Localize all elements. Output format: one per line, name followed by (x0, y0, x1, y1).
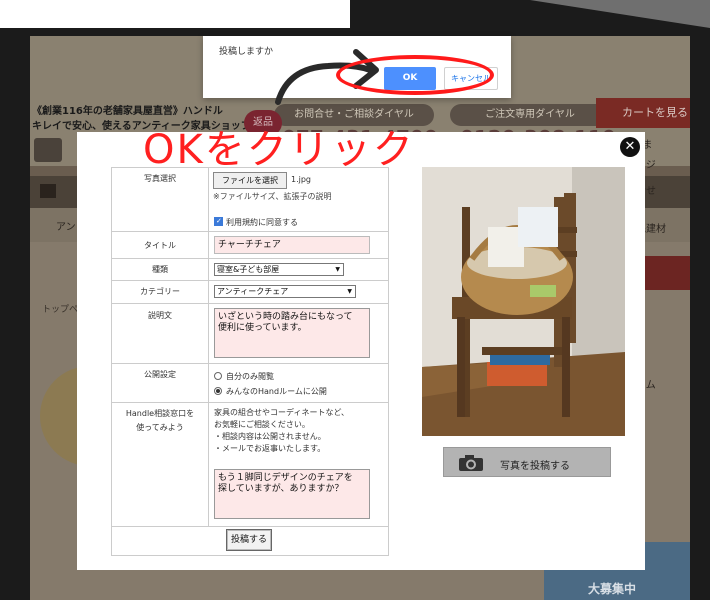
row-photo: 写真選択 ファイルを選択 1.jpg ※ファイルサイズ、拡張子の説明 利用規約に… (112, 168, 388, 232)
advice-question-1: もう１脚同じデザインのチェアを (218, 473, 353, 483)
agree-label: 利用規約に同意する (226, 218, 298, 227)
title-input[interactable]: チャーチチェア (214, 236, 370, 254)
site-logo (34, 138, 62, 162)
agree-checkbox[interactable] (214, 217, 223, 226)
subnav-label: アン (56, 222, 76, 233)
label-photo: 写真選択 (112, 168, 209, 231)
advice-line-4: ・メールでお返事いたします。 (214, 444, 326, 453)
row-advice: Handle相談窓口を 使ってみよう 家具の組合せやコーディネートなど、 お気軽… (112, 403, 388, 527)
label-description-text: 説明文 (148, 311, 172, 320)
post-photo-label: 写真を投稿する (500, 461, 570, 472)
row-category: カテゴリー アンティークチェア ▼ (112, 281, 388, 304)
value-advice: 家具の組合せやコーディネートなど、 お気軽にご相談ください。 ・相談内容は公開さ… (210, 403, 388, 526)
value-description: いざという時の踏み台にもなって 便利に使っています。 (210, 304, 388, 363)
file-note: ※ファイルサイズ、拡張子の説明 (213, 192, 332, 201)
advice-textarea[interactable]: もう１脚同じデザインのチェアを 探していますが、ありますか？ (214, 469, 370, 519)
row-description: 説明文 いざという時の踏み台にもなって 便利に使っています。 (112, 304, 388, 364)
value-type: 寝室&子ども部屋 ▼ (210, 259, 388, 280)
post-photo-button[interactable]: 写真を投稿する (443, 447, 611, 477)
close-icon[interactable]: ✕ (620, 137, 640, 157)
breadcrumb[interactable]: トップペ (42, 302, 78, 315)
site-tagline-line-1: 《創業116年の老舗家具屋直営》ハンドル (32, 106, 223, 117)
home-icon[interactable] (40, 184, 56, 198)
advice-question-2: 探していますが、ありますか？ (218, 484, 344, 494)
row-title: タイトル チャーチチェア (112, 232, 388, 259)
label-type: 種類 (112, 259, 209, 280)
chair-photo-image (422, 167, 625, 436)
annotation-click-ok: OKをクリック (143, 127, 415, 173)
label-type-text: 種類 (152, 265, 168, 274)
type-select[interactable]: 寝室&子ども部屋 ▼ (214, 263, 344, 276)
advice-line-3: ・相談内容は公開されません。 (214, 432, 326, 441)
post-form: 写真選択 ファイルを選択 1.jpg ※ファイルサイズ、拡張子の説明 利用規約に… (111, 167, 389, 556)
camera-icon (459, 455, 483, 471)
description-textarea[interactable]: いざという時の踏み台にもなって 便利に使っています。 (214, 308, 370, 358)
row-visibility: 公開設定 自分のみ閲覧 みんなのHandルームに公開 (112, 364, 388, 403)
label-description: 説明文 (112, 304, 209, 363)
category-select[interactable]: アンティークチェア ▼ (214, 285, 356, 298)
type-select-value: 寝室&子ども部屋 (217, 265, 280, 274)
confirm-message: 投稿しますか (219, 47, 274, 57)
description-line-1: いざという時の踏み台にもなって (218, 312, 353, 322)
ad-label: 大募集中 (588, 582, 637, 596)
value-visibility: 自分のみ閲覧 みんなのHandルームに公開 (210, 364, 388, 402)
monitor-glare (530, 0, 710, 28)
label-visibility-text: 公開設定 (144, 370, 176, 379)
description-line-2: 便利に使っています。 (218, 323, 307, 333)
label-advice-1: Handle相談窓口を (125, 409, 195, 418)
order-dial-pill: ご注文専用ダイヤル (450, 104, 610, 126)
label-advice: Handle相談窓口を 使ってみよう (112, 403, 209, 526)
row-type: 種類 寝室&子ども部屋 ▼ (112, 259, 388, 281)
radio-public[interactable] (214, 387, 222, 395)
monitor-corner (0, 0, 350, 28)
ok-highlight-ring (336, 55, 494, 95)
label-advice-2: 使ってみよう (136, 423, 184, 432)
file-name: 1.jpg (291, 175, 312, 184)
advice-line-2: お気軽にご相談ください。 (214, 420, 310, 429)
choose-file-button[interactable]: ファイルを選択 (213, 172, 287, 189)
label-category-text: カテゴリー (140, 287, 180, 296)
value-title: チャーチチェア (210, 232, 388, 258)
label-title-text: タイトル (144, 241, 176, 250)
submit-button[interactable]: 投稿する (226, 529, 272, 551)
value-photo: ファイルを選択 1.jpg ※ファイルサイズ、拡張子の説明 利用規約に同意する (210, 168, 388, 231)
category-select-value: アンティークチェア (217, 287, 289, 296)
radio-private[interactable] (214, 372, 222, 380)
advice-line-1: 家具の組合せやコーディネートなど、 (214, 408, 350, 417)
chevron-down-icon: ▼ (335, 266, 340, 273)
label-title: タイトル (112, 232, 209, 258)
radio-private-label: 自分のみ閲覧 (226, 372, 274, 381)
radio-public-label: みんなのHandルームに公開 (226, 387, 327, 396)
value-category: アンティークチェア ▼ (210, 281, 388, 303)
label-category: カテゴリー (112, 281, 209, 303)
photo-preview (422, 167, 625, 436)
label-visibility: 公開設定 (112, 364, 209, 402)
chevron-down-icon: ▼ (347, 288, 352, 295)
cart-button[interactable]: カートを見る (596, 98, 690, 128)
